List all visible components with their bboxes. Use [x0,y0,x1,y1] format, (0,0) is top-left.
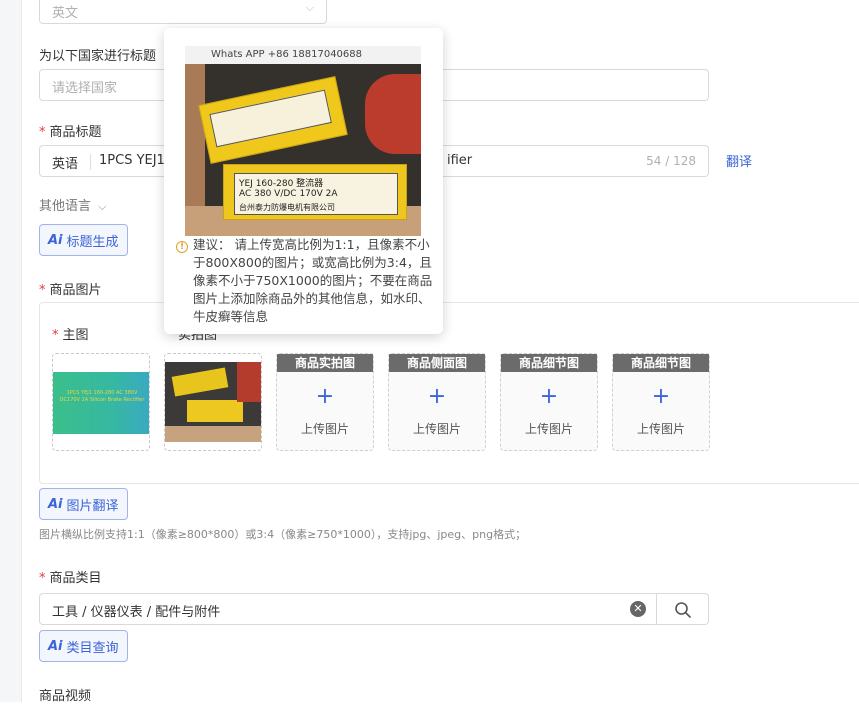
image-format-hint: 图片横纵比例支持1:1（像素≥800*800）或3:4（像素≥750*1000）… [39,528,527,541]
ai-title-generate-label: 标题生成 [66,234,119,250]
upload-slot-real-photo[interactable]: 商品实拍图 + 上传图片 [276,353,374,451]
video-label: 商品视频 [39,689,92,704]
upload-slot-header: 商品细节图 [613,354,709,372]
translate-link[interactable]: 翻译 [726,151,752,170]
preview-accent-shape [365,74,421,154]
other-languages-toggle[interactable]: 其他语言 ⌵ [39,195,107,214]
plus-icon: + [539,384,559,409]
upload-slot-header: 商品侧面图 [389,354,485,372]
language-select[interactable]: 英文 ⌵ [39,0,327,24]
preview-label-line3: 台州泰力防爆电机有限公司 [239,203,335,212]
preview-watermark: Whats APP +86 18817040688 [211,49,363,60]
images-label: * 商品图片 [39,283,102,298]
preview-label-upper [198,76,348,164]
ai-title-generate-button[interactable]: Ai 标题生成 [39,224,128,256]
plus-icon: + [427,384,447,409]
upload-slot-text: 上传图片 [300,422,349,436]
upload-slot-detail-2[interactable]: 商品细节图 + 上传图片 [612,353,710,451]
warning-circle-icon: ! [176,241,188,253]
clear-circle-icon[interactable]: ✕ [630,601,646,617]
preview-image: Whats APP +86 18817040688 YEJ 160-280 整流… [185,46,421,236]
category-label: * 商品类目 [39,571,102,586]
upload-slot-text: 上传图片 [412,422,461,436]
preview-label-line1: YEJ 160-280 整流器 [239,179,324,189]
countries-placeholder: 请选择国家 [52,81,118,96]
thumbnail-surface [165,426,261,442]
countries-label: 为以下国家进行标题 [39,49,157,64]
title-char-count: 54 / 128 [646,154,696,168]
main-image-label: * 主图 [52,328,89,343]
image-advice-text: 建议： 请上传宽高比例为1:1，且像素不小于800X800的图片；或宽高比例为3… [193,237,433,324]
preview-label-upper-sticker [209,89,332,148]
ai-image-translate-label: 图片翻译 [66,498,119,514]
title-label: * 商品标题 [39,125,102,140]
plus-icon: + [651,384,671,409]
plus-icon: + [315,384,335,409]
preview-label-line2: AC 380 V/DC 170V 2A [239,189,338,199]
chevron-down-icon: ⌵ [305,1,314,14]
category-input[interactable]: 工具 / 仪器仪表 / 配件与附件 ✕ [39,593,657,625]
title-value-start: 1PCS YEJ1 [99,153,165,168]
upload-slot-side-view[interactable]: 商品侧面图 + 上传图片 [388,353,486,451]
title-lang: 英语 [52,157,79,172]
title-lang-divider [90,154,91,170]
title-label-text: 商品标题 [49,125,102,140]
preview-label-lower: YEJ 160-280 整流器 AC 380 V/DC 170V 2A 台州泰力… [223,164,407,220]
images-label-text: 商品图片 [49,283,102,298]
ai-badge-icon: Ai [48,496,63,512]
photo-thumbnail[interactable] [164,353,262,451]
main-image-label-text: 主图 [62,328,89,343]
chevron-down-icon: ⌵ [98,200,107,213]
ai-badge-icon: Ai [48,638,63,654]
language-select-value: 英文 [52,6,79,21]
title-value-end: ifier [447,153,473,168]
upload-slot-detail-1[interactable]: 商品细节图 + 上传图片 [500,353,598,451]
ai-image-translate-button[interactable]: Ai 图片翻译 [39,488,128,520]
other-languages-label: 其他语言 [39,199,92,214]
thumbnail-part-b [187,400,243,422]
preview-label-lower-sticker: YEJ 160-280 整流器 AC 380 V/DC 170V 2A 台州泰力… [234,173,398,215]
left-rail [0,0,22,702]
upload-slot-text: 上传图片 [636,422,685,436]
upload-slot-header: 商品细节图 [501,354,597,372]
search-icon [675,602,691,618]
thumbnail-accent [237,362,261,402]
category-search-button[interactable] [656,593,709,625]
ai-category-query-button[interactable]: Ai 类目查询 [39,630,128,662]
category-label-text: 商品类目 [49,571,102,586]
ai-category-query-label: 类目查询 [66,640,119,656]
category-value: 工具 / 仪器仪表 / 配件与附件 [52,605,221,620]
thumbnail-banner [53,354,149,372]
ai-badge-icon: Ai [48,232,63,248]
upload-slot-header: 商品实拍图 [277,354,373,372]
thumbnail-caption: 1PCS YEJ1 160-280 AC 380V DC170V 2A Sili… [59,390,145,403]
upload-slot-text: 上传图片 [524,422,573,436]
main-image-thumbnail[interactable]: 1PCS YEJ1 160-280 AC 380V DC170V 2A Sili… [52,353,150,451]
